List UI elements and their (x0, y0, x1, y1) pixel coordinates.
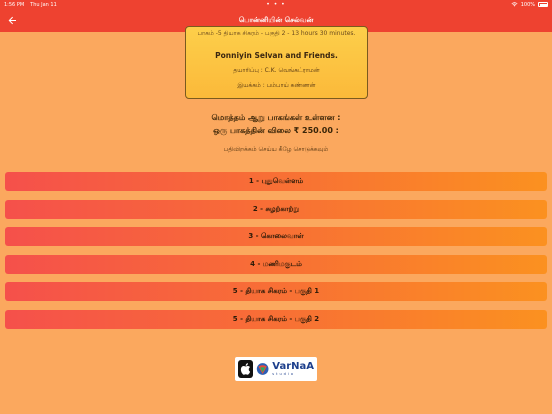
duration-text: பாகம் -5 தியாக சிகரம் - பகுதி 2 - 13 hou… (197, 30, 356, 37)
varnaa-logo-icon (256, 363, 269, 375)
arrow-left-icon (8, 16, 16, 24)
price-text: ஒரு பாகத்தின் விலை ₹ 250.00 : (213, 126, 339, 135)
footer-brand-badge: VarNaA studio (235, 357, 317, 381)
page-title: பொன்னியின் செல்வன் (238, 16, 314, 24)
wifi-icon (511, 2, 518, 7)
producer-text: தயாரிப்பு : C.K. வெங்கட்ராமன் (233, 67, 320, 74)
cast-text: Ponniyin Selvan and Friends. (215, 51, 338, 60)
back-button[interactable] (5, 13, 19, 27)
battery-percent: 100% (520, 1, 535, 8)
status-date: Thu Jan 11 (30, 1, 57, 8)
status-time: 1:56 PM (4, 1, 25, 8)
part-button-4[interactable]: 4 - மணிமகுடம் (5, 254, 547, 274)
multitask-dots[interactable]: • • • (266, 1, 285, 8)
download-instruction: பதிவிறக்கம் செய்ய கீழே சொடுக்கவும் (223, 146, 329, 153)
audiobook-info-card: பாகம் -5 தியாக சிகரம் - பகுதி 2 - 13 hou… (185, 26, 368, 99)
battery-icon (538, 2, 548, 7)
brand-name: VarNaA (272, 361, 314, 372)
brand-subtitle: studio (272, 372, 296, 376)
part-button-2[interactable]: 2 - சுழற்காற்று (5, 199, 547, 219)
part-button-3[interactable]: 3 - கொலைவாள் (5, 227, 547, 246)
director-text: இயக்கம் : பம்பாய் கண்ணன் (237, 82, 316, 89)
purchase-summary: மொத்தம் ஆறு பாகங்கள் உள்ளன : ஒரு பாகத்தி… (0, 111, 552, 137)
apple-logo-icon (238, 360, 253, 378)
part-button-1[interactable]: 1 - புதுவெள்ளம் (5, 172, 547, 191)
part-button-5-1[interactable]: 5 - தியாக சிகரம் - பகுதி 1 (5, 282, 547, 301)
part-button-5-2[interactable]: 5 - தியாக சிகரம் - பகுதி 2 (5, 309, 547, 329)
status-bar: 1:56 PM Thu Jan 11 • • • 100% (0, 0, 552, 9)
total-parts-text: மொத்தம் ஆறு பாகங்கள் உள்ளன : (211, 113, 341, 122)
parts-list: 1 - புதுவெள்ளம் 2 - சுழற்காற்று 3 - கொலை… (5, 172, 547, 337)
